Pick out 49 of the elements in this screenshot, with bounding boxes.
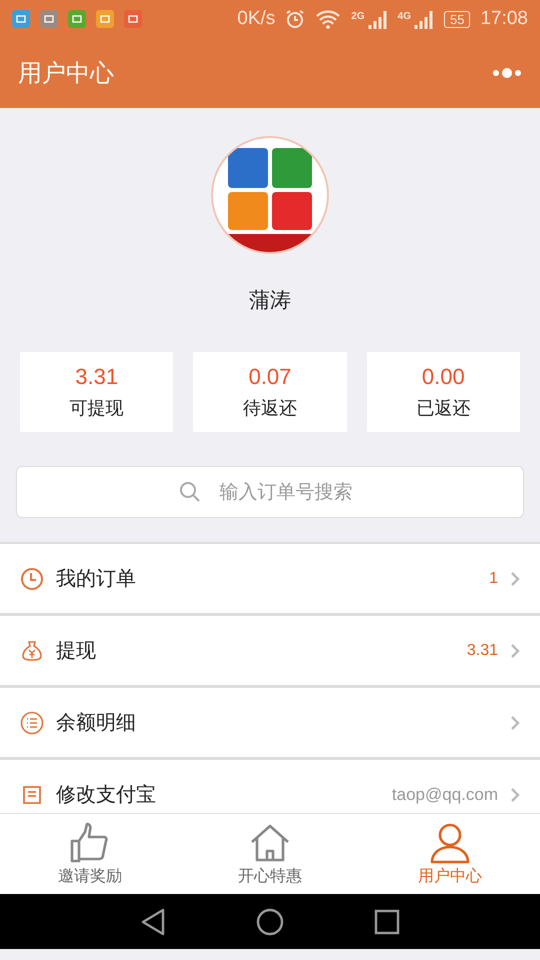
money-bag-icon bbox=[20, 638, 44, 662]
page-title: 用户中心 bbox=[18, 58, 115, 89]
more-icon[interactable] bbox=[492, 67, 522, 79]
home-icon bbox=[249, 822, 291, 864]
notification-icon bbox=[40, 10, 58, 28]
battery-level: 55 bbox=[444, 10, 470, 28]
back-icon[interactable] bbox=[140, 908, 166, 936]
chevron-icon bbox=[510, 570, 520, 586]
tab[interactable]: 邀请奖励 bbox=[0, 814, 180, 894]
recents-icon[interactable] bbox=[374, 908, 400, 934]
stat-value: 0.07 bbox=[248, 364, 292, 390]
tab[interactable]: 用户中心 bbox=[360, 814, 540, 894]
network-speed: 0K/s bbox=[237, 8, 276, 30]
menu-value: taop@qq.com bbox=[392, 784, 498, 804]
menu-label: 我的订单 bbox=[56, 565, 137, 592]
notification-icon bbox=[96, 10, 114, 28]
notification-icon bbox=[68, 10, 86, 28]
stat-label: 可提现 bbox=[70, 397, 124, 420]
stat-label: 待返还 bbox=[242, 397, 297, 420]
chevron-icon bbox=[510, 786, 520, 802]
chevron-icon bbox=[510, 642, 520, 658]
stat-value: 0.00 bbox=[422, 364, 465, 390]
stat-label: 已返还 bbox=[416, 397, 470, 420]
signal-icon bbox=[368, 9, 388, 29]
stat-card[interactable]: 0.00 已返还 bbox=[366, 352, 520, 432]
alarm-icon bbox=[285, 9, 306, 29]
chevron-icon bbox=[510, 714, 520, 730]
menu-label: 提现 bbox=[56, 637, 97, 664]
stat-card[interactable]: 3.31 可提现 bbox=[20, 352, 174, 432]
tab[interactable]: 开心特惠 bbox=[180, 814, 360, 894]
menu-value: 1 bbox=[489, 570, 498, 588]
stat-value: 3.31 bbox=[75, 364, 118, 390]
network-type: 2G bbox=[351, 11, 365, 22]
menu-value: 3.31 bbox=[466, 642, 498, 660]
clock-icon bbox=[20, 566, 44, 590]
menu-label: 余额明细 bbox=[56, 709, 137, 736]
search-field[interactable]: 输入订单号搜索 bbox=[16, 466, 524, 518]
notification-icon bbox=[124, 10, 142, 28]
notification-icon bbox=[12, 10, 30, 28]
clock-time: 17:08 bbox=[480, 8, 528, 30]
home-button-icon[interactable] bbox=[256, 908, 284, 936]
wifi-icon bbox=[315, 9, 342, 29]
user-icon bbox=[429, 822, 471, 864]
user-name: 蒲涛 bbox=[249, 287, 291, 314]
menu-label: 修改支付宝 bbox=[56, 781, 157, 808]
stat-card[interactable]: 0.07 待返还 bbox=[193, 352, 347, 432]
signal-icon bbox=[414, 9, 434, 29]
network-type: 4G bbox=[398, 11, 411, 22]
list-icon bbox=[20, 710, 44, 734]
